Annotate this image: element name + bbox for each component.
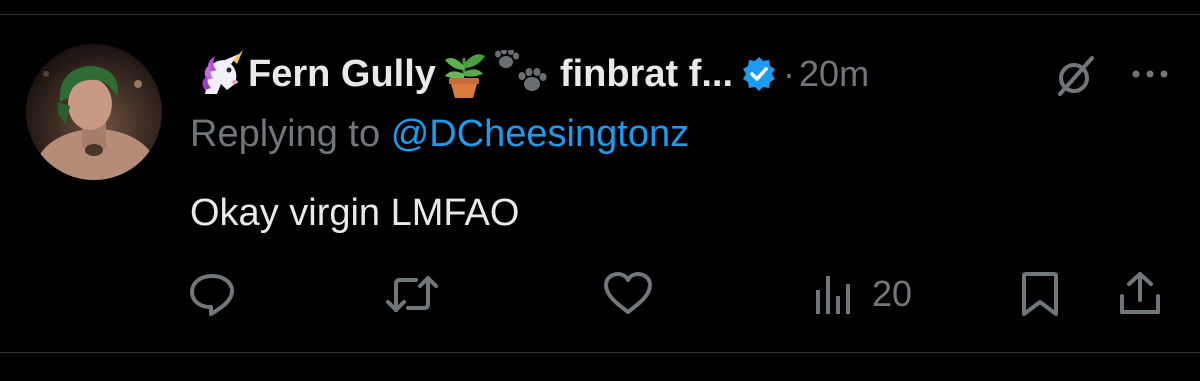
top-divider (0, 14, 1200, 15)
avatar[interactable] (26, 44, 162, 180)
bookmark-icon (1022, 272, 1058, 316)
views-icon (816, 276, 850, 314)
heart-icon (604, 272, 652, 314)
like-button[interactable] (602, 266, 666, 322)
tweet-text: Okay virgin LMFAO (190, 192, 520, 234)
share-button[interactable] (1116, 266, 1164, 322)
display-name-part2[interactable]: finbrat f... (560, 53, 733, 96)
more-options-icon[interactable] (1128, 56, 1172, 97)
retweet-button[interactable] (384, 266, 452, 322)
paw-prints-emoji (492, 48, 548, 100)
views-count: 20 (872, 273, 913, 314)
separator-dot: · (783, 53, 796, 94)
retweet-icon (386, 276, 438, 312)
display-name-part1[interactable]: Fern Gully (248, 53, 436, 96)
unicorn-emoji (192, 48, 248, 100)
timestamp[interactable]: 20m (799, 53, 869, 95)
bottom-divider (0, 352, 1200, 353)
replying-to-line: Replying to @DCheesingtonz (190, 113, 689, 156)
views-button[interactable]: 20 (812, 266, 912, 322)
potted-plant-emoji (436, 48, 492, 100)
action-bar: 20 (0, 266, 1200, 322)
replying-to-prefix: Replying to (190, 113, 381, 155)
verified-badge-icon[interactable] (741, 56, 777, 92)
share-icon (1120, 272, 1160, 314)
tweet-header: Fern Gully finbrat f... · 20m (192, 46, 1182, 102)
grok-icon[interactable] (1052, 52, 1100, 105)
bookmark-button[interactable] (1018, 266, 1062, 322)
reply-icon (190, 274, 234, 316)
replying-to-handle[interactable]: @DCheesingtonz (391, 113, 689, 155)
reply-button[interactable] (188, 266, 248, 322)
